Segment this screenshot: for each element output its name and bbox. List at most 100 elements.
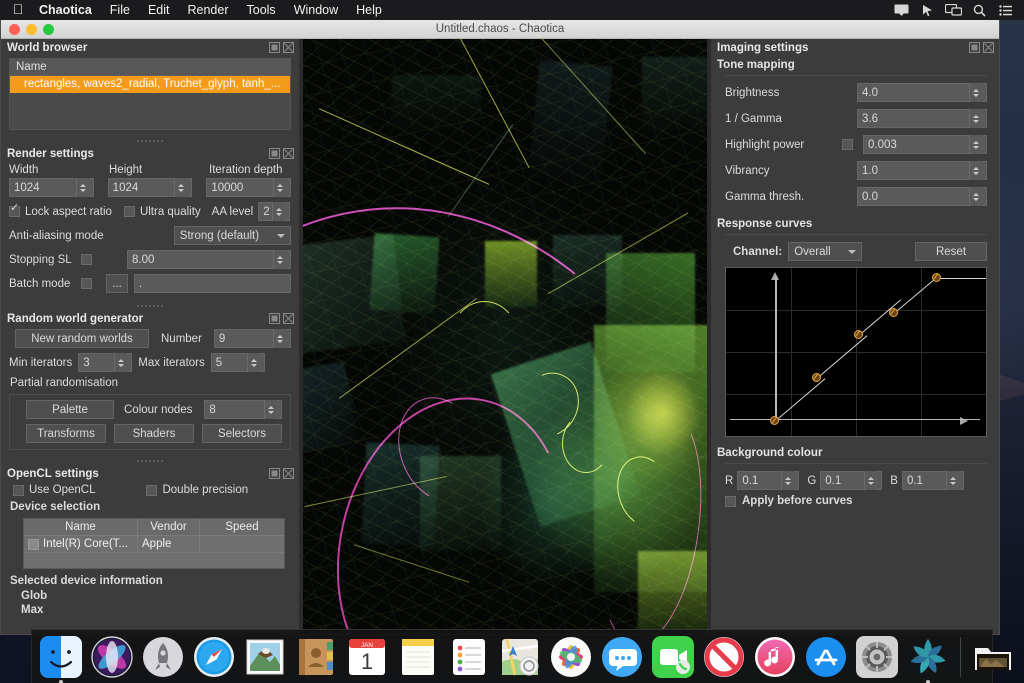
batch-browse-button[interactable]: ... <box>106 274 128 293</box>
device-enable-checkbox[interactable] <box>28 539 39 550</box>
stopping-sl-input[interactable]: 8.00 <box>127 250 291 269</box>
world-browser-header-buttons[interactable] <box>269 42 294 53</box>
number-stepper[interactable] <box>273 329 286 348</box>
search-icon[interactable] <box>966 4 992 17</box>
world-list-column-name[interactable]: Name <box>10 59 290 76</box>
width-input[interactable]: 1024 <box>9 178 94 197</box>
float-icon[interactable] <box>269 313 280 324</box>
dock-item-mail[interactable] <box>242 634 288 680</box>
double-precision-checkbox[interactable] <box>146 485 157 496</box>
dock-item-safari[interactable] <box>191 634 237 680</box>
max-iterators-input[interactable]: 5 <box>211 353 265 372</box>
close-icon[interactable] <box>983 42 994 53</box>
width-stepper[interactable] <box>76 178 89 197</box>
palette-button[interactable]: Palette <box>26 400 114 419</box>
min-iterators-input[interactable]: 3 <box>78 353 132 372</box>
gamma-threshold-input[interactable]: 0.0 <box>857 187 987 206</box>
iteration-depth-stepper[interactable] <box>273 178 286 197</box>
imaging-header-buttons[interactable] <box>969 42 994 53</box>
dock-item-maps[interactable] <box>497 634 543 680</box>
curve-control-point[interactable] <box>854 330 863 339</box>
bg-r-input[interactable]: 0.1 <box>737 471 799 490</box>
float-icon[interactable] <box>269 42 280 53</box>
bg-g-stepper[interactable] <box>864 471 877 490</box>
number-input[interactable]: 9 <box>214 329 291 348</box>
aa-level-input[interactable]: 2 <box>258 202 290 221</box>
vibrancy-input[interactable]: 1.0 <box>857 161 987 180</box>
splitter-handle[interactable] <box>1 456 299 465</box>
dock-item-facetime[interactable] <box>650 634 696 680</box>
highlight-power-checkbox[interactable] <box>842 139 853 150</box>
dock-item-photos[interactable] <box>548 634 594 680</box>
bg-g-input[interactable]: 0.1 <box>820 471 882 490</box>
highlight-power-stepper[interactable] <box>969 135 982 154</box>
response-curve-graph[interactable] <box>725 267 987 437</box>
curve-control-point[interactable] <box>932 273 941 282</box>
curve-control-point[interactable] <box>812 373 821 382</box>
random-world-header-buttons[interactable] <box>269 313 294 324</box>
min-iterators-stepper[interactable] <box>114 353 127 372</box>
max-iterators-stepper[interactable] <box>247 353 260 372</box>
airplay-icon[interactable] <box>888 4 914 16</box>
apply-before-curves-checkbox[interactable] <box>725 496 736 507</box>
splitter-handle[interactable] <box>1 301 299 310</box>
apple-logo-icon[interactable]:  <box>6 2 30 18</box>
close-icon[interactable] <box>283 313 294 324</box>
splitter-handle[interactable] <box>1 136 299 145</box>
dock-item-siri[interactable] <box>89 634 135 680</box>
float-icon[interactable] <box>269 148 280 159</box>
device-table[interactable]: Name Vendor Speed Intel(R) Core(T... App… <box>23 518 285 569</box>
anti-aliasing-mode-select[interactable]: Strong (default) <box>174 226 291 245</box>
gamma-input[interactable]: 3.6 <box>857 109 987 128</box>
dock-item-reminders[interactable] <box>446 634 492 680</box>
world-list-selected-row[interactable]: rectangles, waves2_radial, Truchet_glyph… <box>10 76 290 93</box>
dock-item-notes[interactable] <box>395 634 441 680</box>
menu-item-edit[interactable]: Edit <box>139 3 179 17</box>
dock-item-contacts[interactable] <box>293 634 339 680</box>
render-viewport[interactable] <box>299 39 711 634</box>
curve-control-point[interactable] <box>889 308 898 317</box>
world-list[interactable]: Name rectangles, waves2_radial, Truchet_… <box>9 58 291 130</box>
dock-item-app-store[interactable] <box>803 634 849 680</box>
dock-item-itunes[interactable] <box>752 634 798 680</box>
dock-item-downloads-folder[interactable] <box>970 634 1016 680</box>
float-icon[interactable] <box>969 42 980 53</box>
menu-item-file[interactable]: File <box>101 3 139 17</box>
menu-item-chaotica[interactable]: Chaotica <box>30 3 101 17</box>
menu-item-tools[interactable]: Tools <box>238 3 285 17</box>
batch-mode-checkbox[interactable] <box>81 278 92 289</box>
opencl-header-buttons[interactable] <box>269 468 294 479</box>
float-icon[interactable] <box>269 468 280 479</box>
menu-item-help[interactable]: Help <box>347 3 391 17</box>
window-titlebar[interactable]: Untitled.chaos - Chaotica <box>1 20 999 39</box>
close-icon[interactable] <box>283 148 294 159</box>
dock-item-finder[interactable] <box>38 634 84 680</box>
menu-item-window[interactable]: Window <box>285 3 347 17</box>
control-center-icon[interactable] <box>992 5 1018 16</box>
dock-item-calendar[interactable]: JAN 1 <box>344 634 390 680</box>
close-icon[interactable] <box>283 468 294 479</box>
dock-item-messages[interactable] <box>599 634 645 680</box>
close-icon[interactable] <box>283 42 294 53</box>
use-opencl-checkbox[interactable] <box>13 485 24 496</box>
transforms-button[interactable]: Transforms <box>26 424 106 443</box>
bg-r-stepper[interactable] <box>781 471 794 490</box>
channel-select[interactable]: Overall <box>788 242 862 261</box>
aa-level-stepper[interactable] <box>272 202 285 221</box>
colour-nodes-stepper[interactable] <box>264 400 277 419</box>
reset-curve-button[interactable]: Reset <box>915 242 987 261</box>
render-settings-header-buttons[interactable] <box>269 148 294 159</box>
bg-b-stepper[interactable] <box>946 471 959 490</box>
screen-sharing-icon[interactable] <box>940 4 966 16</box>
selectors-button[interactable]: Selectors <box>202 424 282 443</box>
device-name-cell[interactable]: Intel(R) Core(T... <box>24 536 138 552</box>
dock-item-system-preferences[interactable] <box>854 634 900 680</box>
stopping-sl-checkbox[interactable] <box>81 254 92 265</box>
brightness-stepper[interactable] <box>969 83 982 102</box>
brightness-input[interactable]: 4.0 <box>857 83 987 102</box>
dock-item-no-entry[interactable] <box>701 634 747 680</box>
dock-item-launchpad[interactable] <box>140 634 186 680</box>
table-row[interactable]: Intel(R) Core(T... Apple <box>24 535 284 552</box>
menu-item-render[interactable]: Render <box>179 3 238 17</box>
gamma-stepper[interactable] <box>969 109 982 128</box>
